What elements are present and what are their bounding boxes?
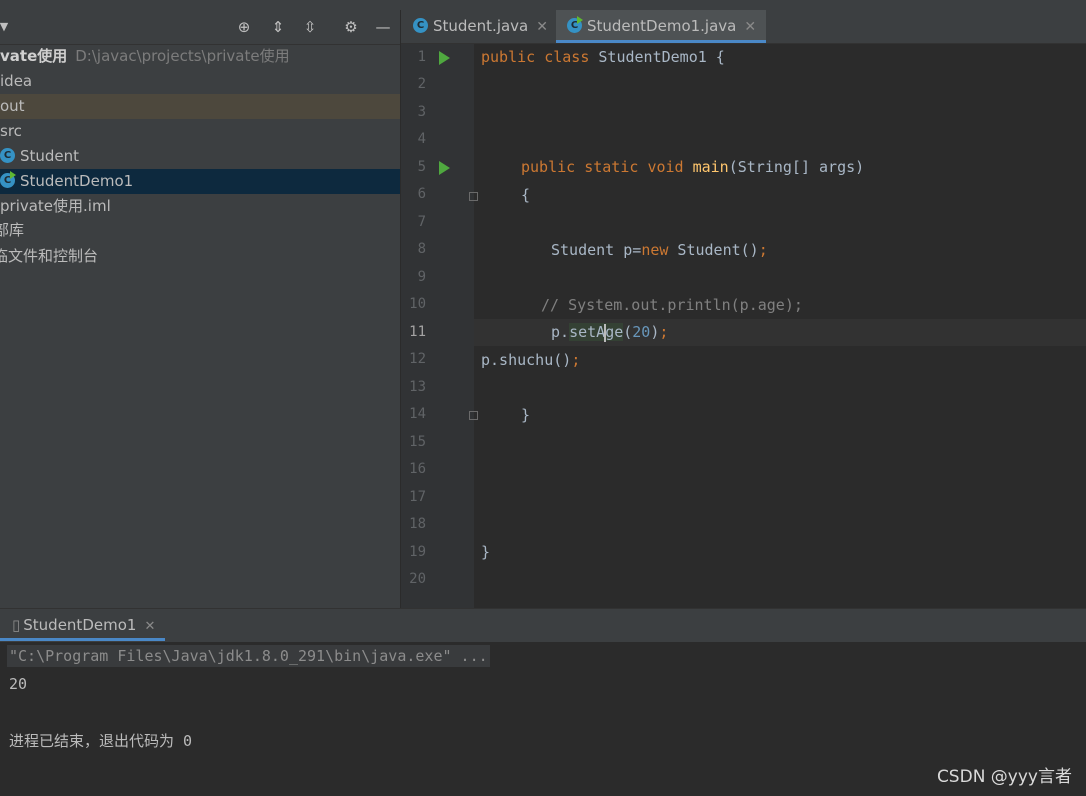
line-number: 4 xyxy=(417,131,426,147)
close-icon[interactable]: ✕ xyxy=(144,619,155,634)
class-icon: C xyxy=(413,18,428,33)
tab-label: StudentDemo1.java xyxy=(587,17,737,35)
line-number: 15 xyxy=(409,434,426,450)
root-name: vate使用 xyxy=(0,47,68,65)
tree-item-student[interactable]: C Student xyxy=(0,144,400,169)
tree-item-label: StudentDemo1 xyxy=(20,172,134,190)
line-number: 17 xyxy=(409,489,426,505)
console-command-line: "C:\Program Files\Java\jdk1.8.0_291\bin\… xyxy=(7,645,490,667)
code-line-1: public class StudentDemo1 { xyxy=(481,48,725,66)
line-number: 7 xyxy=(417,214,426,230)
code-line-12: p.shuchu(); xyxy=(481,351,581,369)
tree-item-label: src xyxy=(0,122,22,140)
editor-tabbar: C Student.java ✕ C StudentDemo1.java ✕ xyxy=(401,10,1086,44)
code-line-19: } xyxy=(481,543,491,561)
line-number: 14 xyxy=(409,406,426,422)
dropdown-arrow-icon[interactable]: ▼ xyxy=(0,17,14,37)
code-line-14: } xyxy=(521,406,531,424)
tree-item-label: Student xyxy=(20,147,80,165)
fold-marker-icon[interactable] xyxy=(469,411,478,420)
close-icon[interactable]: ✕ xyxy=(744,19,756,35)
run-class-icon[interactable] xyxy=(439,51,450,65)
code-line-11: p.setAge(20); xyxy=(551,323,669,342)
tree-item-label: 临文件和控制台 xyxy=(0,247,99,265)
code-line-5: public static void main(String[] args) xyxy=(521,158,865,176)
tree-item-studentdemo1[interactable]: C StudentDemo1 xyxy=(0,169,400,194)
tree-item-label: out xyxy=(0,97,25,115)
tree-item-scratches[interactable]: 临文件和控制台 xyxy=(0,244,393,269)
line-number: 9 xyxy=(417,269,426,285)
console-exit-message: 进程已结束，退出代码为 0 xyxy=(9,732,193,750)
tree-item-src[interactable]: src xyxy=(0,119,400,144)
run-tab-label: StudentDemo1 xyxy=(23,616,137,634)
line-number: 2 xyxy=(417,76,426,92)
code-line-8: Student p=new Student(); xyxy=(551,241,768,259)
code-line-6: { xyxy=(521,186,531,204)
project-panel: ▼ ⊕ ⇕ ⇳ ⚙ — vate使用 D:\javac\projects\priv… xyxy=(0,0,400,608)
project-toolbar: ▼ ⊕ ⇕ ⇳ ⚙ — xyxy=(0,10,400,45)
run-main-icon[interactable] xyxy=(439,161,450,175)
console-output: 20 xyxy=(9,675,28,693)
line-number: 16 xyxy=(409,461,426,477)
locate-icon[interactable]: ⊕ xyxy=(234,17,254,37)
tree-root[interactable]: vate使用 D:\javac\projects\private使用 xyxy=(0,44,400,69)
watermark: CSDN @yyy言者 xyxy=(936,767,1072,787)
tree-item-external-libraries[interactable]: 部库 xyxy=(0,218,394,243)
gear-icon[interactable]: ⚙ xyxy=(341,17,361,37)
line-number: 6 xyxy=(417,186,426,202)
line-number: 8 xyxy=(417,241,426,257)
line-number: 1 xyxy=(417,49,426,65)
line-number: 13 xyxy=(409,379,426,395)
tree-item-label: 部库 xyxy=(0,221,25,239)
line-number: 19 xyxy=(409,544,426,560)
tree-item-out[interactable]: out xyxy=(0,94,400,119)
line-number: 11 xyxy=(409,324,426,340)
close-icon[interactable]: ✕ xyxy=(536,19,548,35)
collapse-all-icon[interactable]: ⇳ xyxy=(300,17,320,37)
line-number: 18 xyxy=(409,516,426,532)
minimize-icon[interactable]: — xyxy=(373,17,393,37)
runnable-class-icon: C xyxy=(0,171,16,188)
expand-all-icon[interactable]: ⇕ xyxy=(268,17,288,37)
tab-studentdemo1-java[interactable]: C StudentDemo1.java ✕ xyxy=(556,10,767,43)
code-line-10: // System.out.println(p.age); xyxy=(541,296,803,314)
console-icon: ▯ xyxy=(12,616,21,634)
runnable-class-icon: C xyxy=(567,16,583,33)
tab-label: Student.java xyxy=(433,17,529,35)
root-path: D:\javac\projects\private使用 xyxy=(75,47,290,65)
line-number: 10 xyxy=(409,296,426,312)
tree-item-label: idea xyxy=(0,72,33,90)
line-number: 3 xyxy=(417,104,426,120)
tree-item-label: private使用.iml xyxy=(0,197,111,215)
line-number: 20 xyxy=(409,571,426,587)
tree-item-idea[interactable]: idea xyxy=(0,69,400,94)
tree-item-iml[interactable]: private使用.iml xyxy=(0,194,400,219)
class-icon: C xyxy=(0,148,15,163)
tab-student-java[interactable]: C Student.java ✕ xyxy=(413,10,548,43)
line-number: 5 xyxy=(417,159,426,175)
fold-marker-icon[interactable] xyxy=(469,192,478,201)
line-number: 12 xyxy=(409,351,426,367)
run-tab[interactable]: ▯ StudentDemo1 ✕ xyxy=(0,608,166,641)
